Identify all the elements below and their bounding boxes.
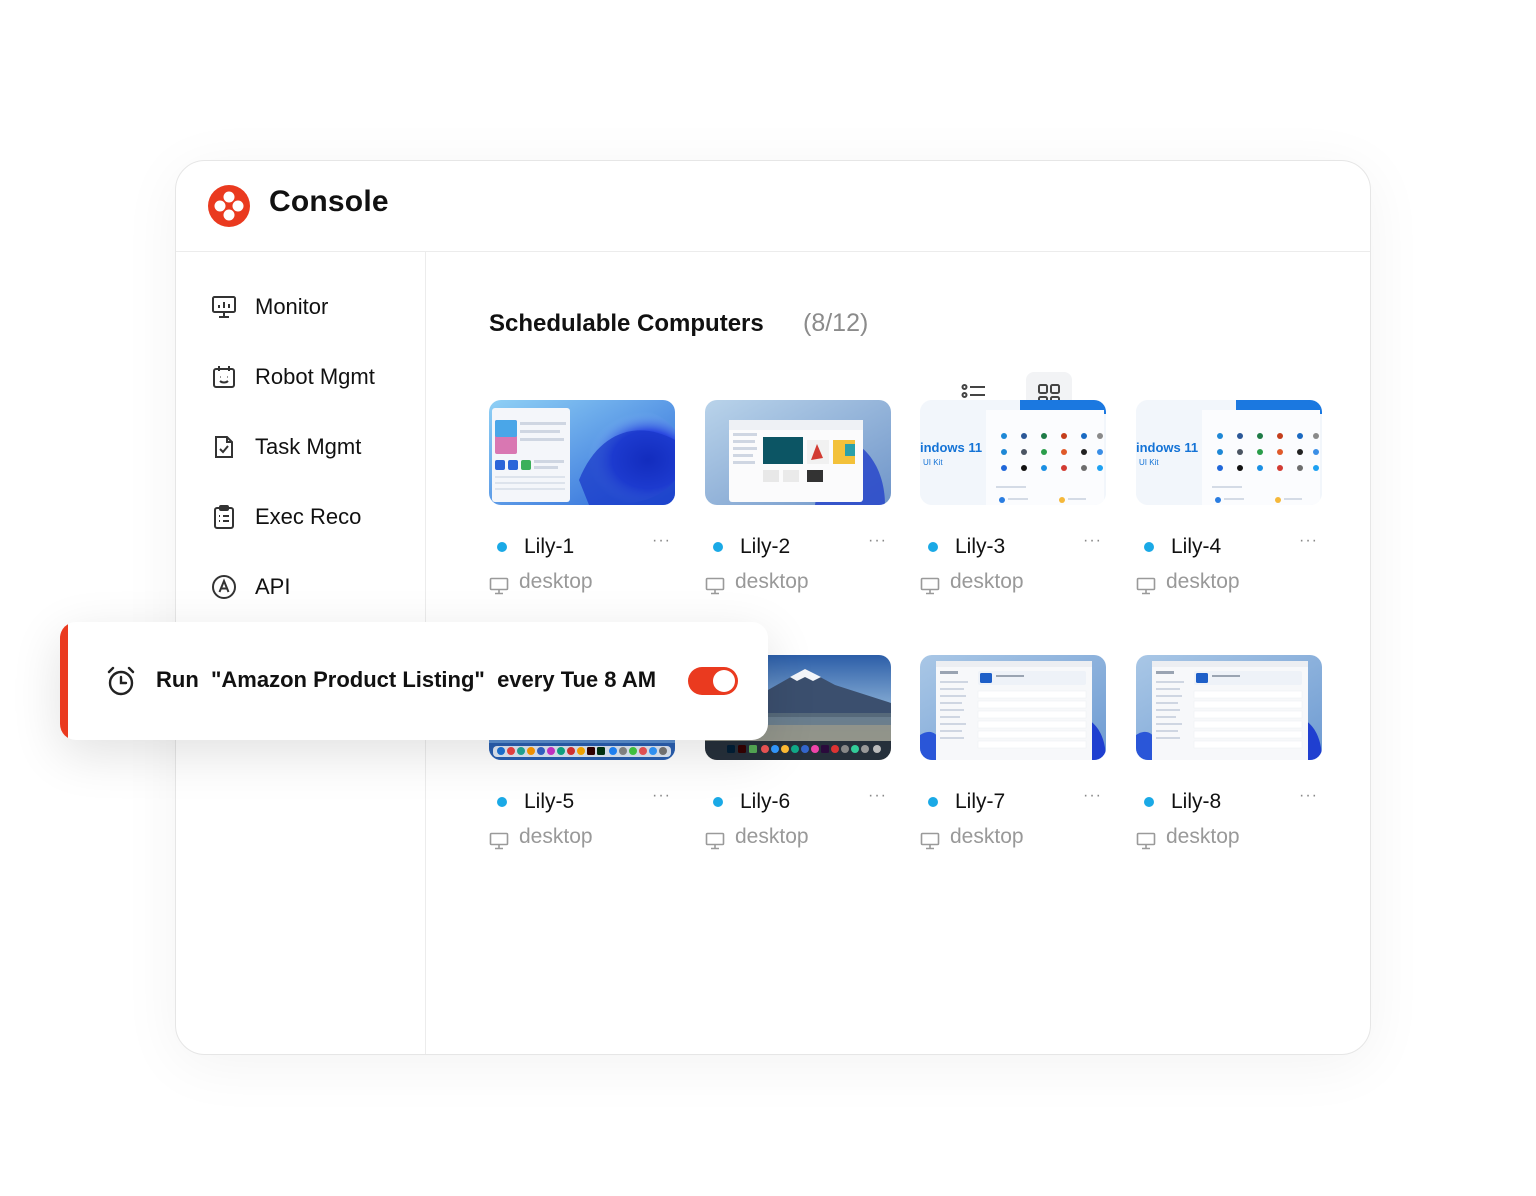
computer-type: desktop xyxy=(735,825,809,848)
computer-card[interactable]: Lily-7 ··· desktop xyxy=(920,655,1106,875)
more-options-icon[interactable]: ··· xyxy=(868,787,887,805)
computer-name: Lily-1 xyxy=(524,535,575,558)
computer-name: Lily-7 xyxy=(955,790,1006,813)
status-online-dot xyxy=(928,542,938,552)
status-online-dot xyxy=(713,542,723,552)
clipboard-icon xyxy=(210,503,238,531)
sidebar-item-api[interactable]: API xyxy=(210,567,290,607)
app-title: Console xyxy=(269,185,389,218)
computer-card[interactable]: Lily-1 ··· desktop xyxy=(489,400,675,620)
more-options-icon[interactable]: ··· xyxy=(1083,532,1102,550)
computer-name: Lily-6 xyxy=(740,790,791,813)
title-bar: Console xyxy=(176,161,1370,252)
thumbnail-subtitle: UI Kit xyxy=(1139,458,1159,467)
sidebar-item-exec-reco[interactable]: Exec Reco xyxy=(210,497,361,537)
computer-thumbnail[interactable] xyxy=(489,400,675,505)
desktop-icon xyxy=(489,832,509,850)
desktop-icon xyxy=(705,832,725,850)
computer-name: Lily-4 xyxy=(1171,535,1222,558)
desktop-icon xyxy=(920,832,940,850)
sidebar-item-label: Task Mgmt xyxy=(255,434,362,459)
computer-thumbnail[interactable]: indows 11 UI Kit xyxy=(920,400,1106,505)
thumbnail-subtitle: UI Kit xyxy=(923,458,943,467)
computer-type: desktop xyxy=(1166,570,1240,593)
more-options-icon[interactable]: ··· xyxy=(868,532,887,550)
more-options-icon[interactable]: ··· xyxy=(1299,532,1318,550)
more-options-icon[interactable]: ··· xyxy=(652,532,671,550)
computer-type: desktop xyxy=(950,825,1024,848)
console-logo-icon xyxy=(208,185,250,227)
robot-icon xyxy=(210,363,238,391)
desktop-icon xyxy=(1136,832,1156,850)
computer-type: desktop xyxy=(950,570,1024,593)
sidebar-item-robot-mgmt[interactable]: Robot Mgmt xyxy=(210,357,375,397)
thumbnail-title: indows 11 xyxy=(1136,440,1199,455)
status-online-dot xyxy=(497,797,507,807)
sidebar-item-label: Monitor xyxy=(255,294,329,319)
thumbnail-title: indows 11 xyxy=(920,440,983,455)
computer-card[interactable]: indows 11 UI Kit Lily-3 ··· desktop xyxy=(920,400,1106,620)
more-options-icon[interactable]: ··· xyxy=(652,787,671,805)
schedule-text: Run "Amazon Product Listing" every Tue 8… xyxy=(156,667,657,692)
desktop-icon xyxy=(920,577,940,595)
desktop-icon xyxy=(705,577,725,595)
computer-name: Lily-5 xyxy=(524,790,575,813)
desktop-icon xyxy=(489,577,509,595)
computer-name: Lily-2 xyxy=(740,535,791,558)
computer-type: desktop xyxy=(1166,825,1240,848)
computer-name: Lily-3 xyxy=(955,535,1006,558)
computer-count: (8/12) xyxy=(803,309,869,337)
computer-thumbnail[interactable] xyxy=(1136,655,1322,760)
sidebar-item-label: API xyxy=(255,574,291,599)
sidebar-item-task-mgmt[interactable]: Task Mgmt xyxy=(210,427,361,467)
computer-type: desktop xyxy=(735,570,809,593)
computer-card[interactable]: Lily-2 ··· desktop xyxy=(705,400,891,620)
task-file-icon xyxy=(210,433,238,461)
sidebar-item-label: Exec Reco xyxy=(255,504,362,529)
console-window: Console Monitor Robot Mgmt Task Mgmt Exe… xyxy=(175,160,1371,1055)
alarm-clock-icon xyxy=(107,666,135,696)
api-circle-icon xyxy=(210,573,238,601)
schedule-toast: Run "Amazon Product Listing" every Tue 8… xyxy=(60,622,768,740)
desktop-icon xyxy=(1136,577,1156,595)
computer-type: desktop xyxy=(519,825,593,848)
sidebar-item-label: Robot Mgmt xyxy=(255,364,375,389)
section-title: Schedulable Computers xyxy=(489,310,764,337)
status-online-dot xyxy=(1144,797,1154,807)
toggle-knob xyxy=(713,670,735,692)
more-options-icon[interactable]: ··· xyxy=(1083,787,1102,805)
schedule-toggle[interactable] xyxy=(688,667,738,695)
status-online-dot xyxy=(713,797,723,807)
computer-card[interactable]: Lily-8 ··· desktop xyxy=(1136,655,1322,875)
status-online-dot xyxy=(1144,542,1154,552)
computer-name: Lily-8 xyxy=(1171,790,1222,813)
computer-thumbnail[interactable] xyxy=(920,655,1106,760)
toast-accent-bar xyxy=(60,622,68,740)
status-online-dot xyxy=(928,797,938,807)
status-online-dot xyxy=(497,542,507,552)
computer-type: desktop xyxy=(519,570,593,593)
computer-card[interactable]: indows 11 UI Kit Lily-4 ··· desktop xyxy=(1136,400,1322,620)
more-options-icon[interactable]: ··· xyxy=(1299,787,1318,805)
sidebar-item-monitor[interactable]: Monitor xyxy=(210,287,328,327)
computer-thumbnail[interactable] xyxy=(705,400,891,505)
computer-thumbnail[interactable]: indows 11 UI Kit xyxy=(1136,400,1322,505)
monitor-chart-icon xyxy=(210,293,238,321)
